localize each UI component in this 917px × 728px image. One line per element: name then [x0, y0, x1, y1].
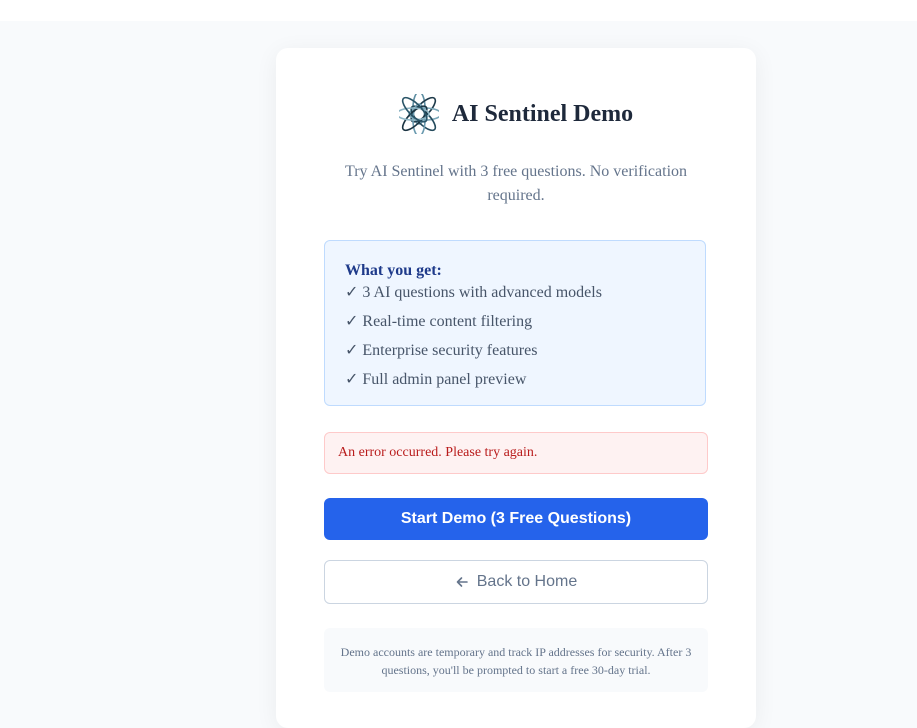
flower-swirl-logo-icon	[398, 94, 439, 134]
features-heading: What you get:	[345, 262, 442, 279]
feature-item: ✓ Real-time content filtering	[345, 313, 533, 330]
demo-card: AI Sentinel Demo Try AI Sentinel with 3 …	[276, 48, 756, 728]
page-title: AI Sentinel Demo	[451, 100, 634, 127]
feature-item: ✓ 3 AI questions with advanced models	[345, 284, 602, 301]
start-demo-label: Start Demo (3 Free Questions)	[400, 510, 632, 527]
brand-header: AI Sentinel Demo	[276, 94, 756, 134]
demo-disclaimer: Demo accounts are temporary and track IP…	[324, 628, 708, 692]
error-message: An error occurred. Please try again.	[338, 445, 538, 460]
subtitle: Try AI Sentinel with 3 free questions. N…	[344, 163, 688, 204]
back-to-home-button[interactable]: Back to Home	[324, 560, 708, 604]
feature-item: ✓ Full admin panel preview	[345, 371, 527, 388]
back-to-home-label: Back to Home	[476, 573, 578, 590]
top-bar	[0, 0, 917, 21]
feature-item: ✓ Enterprise security features	[345, 342, 538, 359]
features-box: What you get: ✓ 3 AI questions with adva…	[324, 240, 706, 406]
arrow-left-icon	[456, 577, 468, 587]
start-demo-button[interactable]: Start Demo (3 Free Questions)	[324, 498, 708, 540]
error-alert: An error occurred. Please try again.	[324, 432, 708, 474]
